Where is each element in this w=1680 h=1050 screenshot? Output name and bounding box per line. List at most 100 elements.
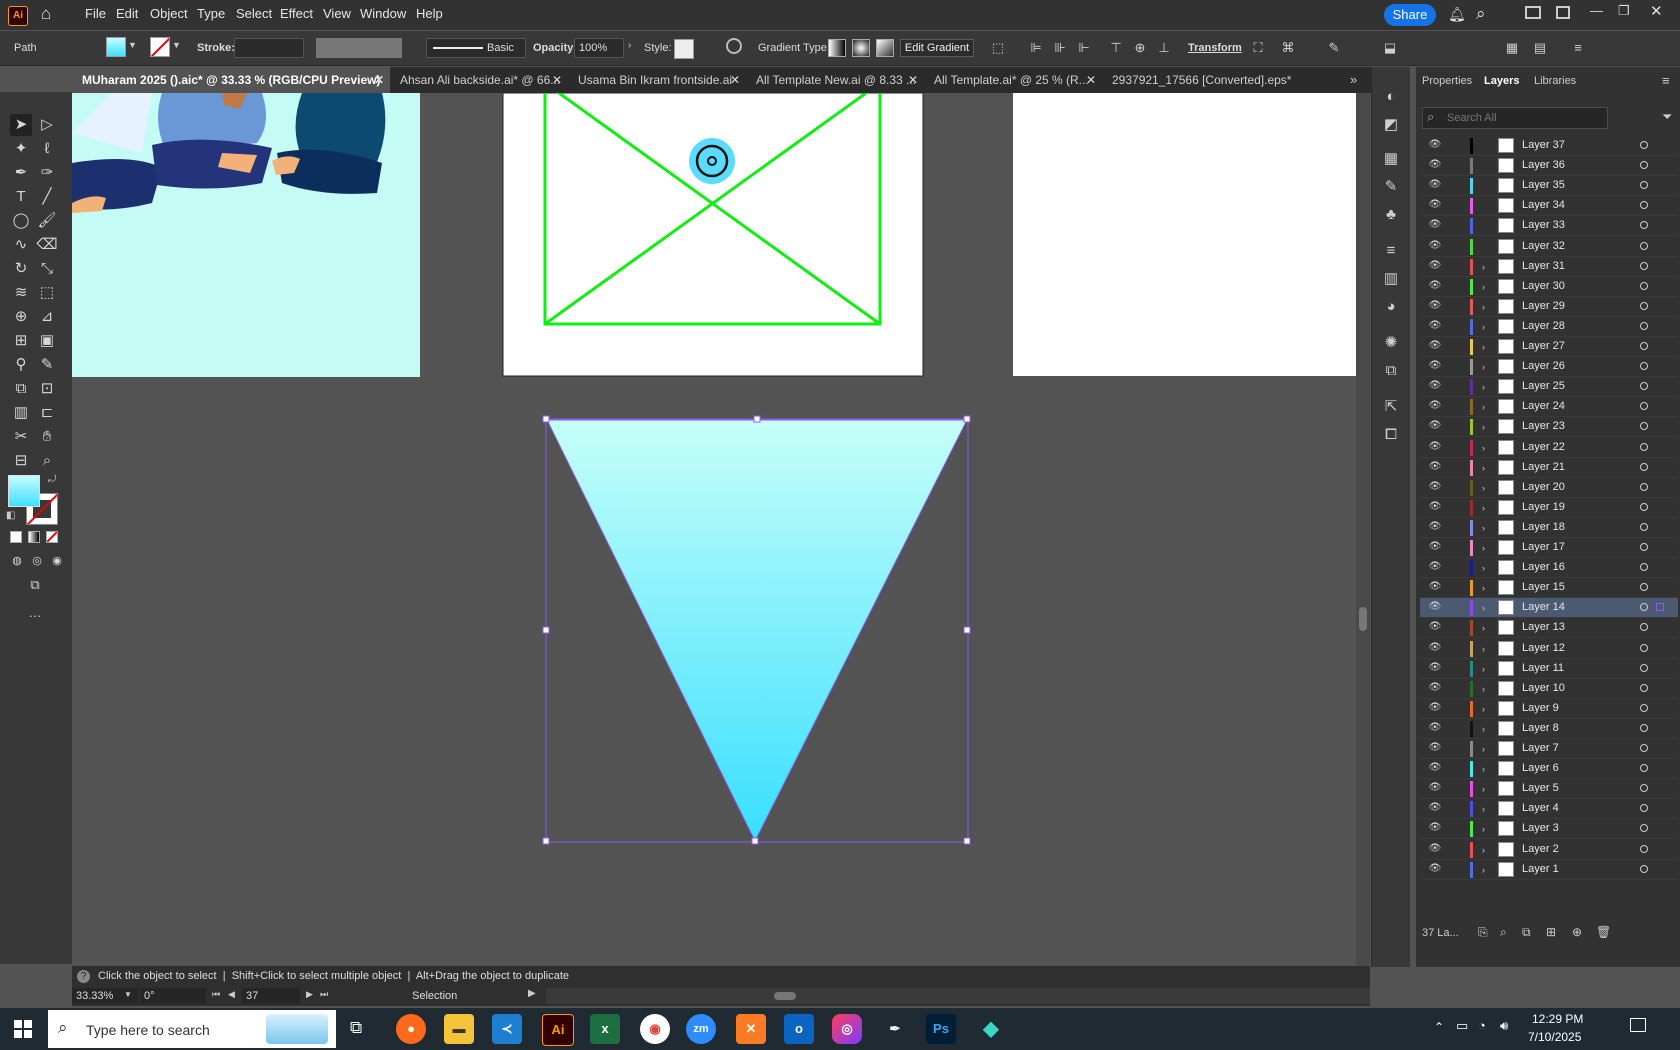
screen-mode-icon[interactable]: ⧉: [24, 574, 46, 596]
chevron-down-icon[interactable]: ▼: [128, 40, 137, 50]
clock-date[interactable]: 7/10/2025: [1528, 1030, 1581, 1044]
layer-name[interactable]: Layer 19: [1522, 501, 1565, 513]
scale-tool-icon[interactable]: ⤡: [36, 258, 58, 280]
draw-inside-icon[interactable]: ◉: [46, 550, 68, 572]
filter-icon[interactable]: ⏷: [1662, 109, 1672, 125]
align-top-icon[interactable]: ⊤: [1108, 40, 1124, 56]
measure-tool-icon[interactable]: ✎: [36, 354, 58, 376]
chevron-right-icon[interactable]: ▶: [528, 988, 536, 999]
layer-row[interactable]: 👁︎ › Layer 20: [1420, 478, 1678, 498]
layer-row[interactable]: 👁︎ › Layer 19: [1420, 498, 1678, 518]
layer-name[interactable]: Layer 9: [1522, 702, 1559, 714]
layer-row[interactable]: 👁︎ › Layer 30: [1420, 277, 1678, 297]
chrome-icon[interactable]: ◉: [640, 1014, 670, 1044]
layer-name[interactable]: Layer 21: [1522, 461, 1565, 473]
target-icon[interactable]: [1640, 502, 1648, 511]
layer-row[interactable]: 👁︎ › Layer 9: [1420, 699, 1678, 719]
visibility-eye-icon[interactable]: 👁︎: [1428, 801, 1442, 815]
warp-tool-icon[interactable]: ≋: [10, 282, 32, 304]
search-icon[interactable]: ⌕: [1476, 4, 1486, 24]
layer-row[interactable]: 👁︎ › Layer 16: [1420, 558, 1678, 579]
tab-all-template[interactable]: All Template.ai* @ 25 % (R... ✕: [924, 67, 1102, 93]
target-icon[interactable]: [1640, 784, 1648, 793]
taskbar-search-box[interactable]: ⌕ Type here to search: [48, 1010, 336, 1048]
excel-icon[interactable]: x: [590, 1014, 620, 1044]
pen-app-icon[interactable]: ✒: [880, 1014, 910, 1044]
curvature-tool-icon[interactable]: ✑: [36, 162, 58, 184]
vertical-scroll-thumb[interactable]: [1359, 607, 1367, 631]
align-right-icon[interactable]: ⊩: [1076, 40, 1092, 56]
ellipse-tool-icon[interactable]: ◯: [10, 210, 32, 232]
visibility-eye-icon[interactable]: 👁︎: [1428, 379, 1442, 393]
visibility-eye-icon[interactable]: 👁︎: [1428, 721, 1442, 735]
layer-row[interactable]: 👁︎ Layer 35: [1420, 176, 1678, 197]
layer-row[interactable]: 👁︎ › Layer 17: [1420, 538, 1678, 558]
paintbrush-tool-icon[interactable]: 🖌︎: [36, 210, 58, 232]
tab-ahsan-ali[interactable]: Ahsan Ali backside.ai* @ 66... ✕: [390, 67, 568, 93]
make-clipping-mask-icon[interactable]: ⧉: [1522, 925, 1531, 940]
expand-chevron-icon[interactable]: ›: [1482, 580, 1492, 596]
visibility-eye-icon[interactable]: 👁︎: [1428, 359, 1442, 373]
layer-name[interactable]: Layer 31: [1522, 260, 1565, 272]
target-icon[interactable]: [1640, 643, 1648, 652]
artboards-panel-icon[interactable]: ⧠: [1381, 425, 1401, 445]
recolor-icon[interactable]: [726, 38, 742, 54]
transparency-icon[interactable]: ◕: [1381, 297, 1401, 317]
expand-chevron-icon[interactable]: ›: [1482, 259, 1492, 275]
layer-row[interactable]: 👁︎ Layer 34: [1420, 196, 1678, 217]
visibility-eye-icon[interactable]: 👁︎: [1428, 661, 1442, 675]
layer-row[interactable]: 👁︎ › Layer 6: [1420, 759, 1678, 780]
menu-help[interactable]: Help: [416, 6, 443, 21]
layer-name[interactable]: Layer 34: [1522, 199, 1565, 211]
menu-object[interactable]: Object: [150, 6, 188, 21]
expand-chevron-icon[interactable]: ›: [1482, 299, 1492, 315]
visibility-eye-icon[interactable]: 👁︎: [1428, 701, 1442, 715]
pen-tool-icon[interactable]: ✒: [10, 162, 32, 184]
expand-chevron-icon[interactable]: ›: [1482, 862, 1492, 878]
visibility-eye-icon[interactable]: 👁︎: [1428, 821, 1442, 835]
bell-icon[interactable]: 🔔︎: [1448, 6, 1466, 23]
artboard-tool-icon[interactable]: ⊏: [36, 402, 58, 424]
illustrator-taskbar-icon[interactable]: Ai: [542, 1014, 574, 1046]
swatches-icon[interactable]: ▦: [1381, 149, 1401, 169]
layer-row[interactable]: 👁︎ › Layer 22: [1420, 438, 1678, 458]
clock-time[interactable]: 12:29 PM: [1532, 1012, 1583, 1026]
expand-chevron-icon[interactable]: ›: [1482, 339, 1492, 355]
stroke-weight-field[interactable]: [234, 38, 304, 58]
target-icon[interactable]: [1640, 402, 1648, 411]
fill-color-well[interactable]: [8, 475, 40, 507]
visibility-eye-icon[interactable]: 👁︎: [1428, 520, 1442, 534]
visibility-eye-icon[interactable]: 👁︎: [1428, 279, 1442, 293]
tab-converted-eps[interactable]: 2937921_17566 [Converted].eps*: [1102, 67, 1318, 93]
eraser-tool-icon[interactable]: ⌫: [36, 234, 58, 256]
expand-chevron-icon[interactable]: ›: [1482, 741, 1492, 757]
layer-name[interactable]: Layer 12: [1522, 642, 1565, 654]
gradient-tool-icon[interactable]: ▣: [36, 330, 58, 352]
visibility-eye-icon[interactable]: 👁︎: [1428, 620, 1442, 634]
layer-name[interactable]: Layer 16: [1522, 561, 1565, 573]
layer-name[interactable]: Layer 4: [1522, 802, 1559, 814]
target-icon[interactable]: [1640, 683, 1648, 692]
expand-chevron-icon[interactable]: ›: [1482, 480, 1492, 496]
rotation-field[interactable]: 0°: [140, 988, 206, 1004]
new-sublayer-icon[interactable]: ⊞: [1546, 925, 1556, 939]
layer-name[interactable]: Layer 30: [1522, 280, 1565, 292]
chevron-right-icon[interactable]: ›: [628, 40, 631, 51]
close-icon[interactable]: ✕: [730, 67, 740, 93]
expand-chevron-icon[interactable]: ›: [1482, 399, 1492, 415]
visibility-eye-icon[interactable]: 👁︎: [1428, 540, 1442, 554]
gradient-mode-icon[interactable]: [28, 531, 40, 543]
layer-name[interactable]: Layer 24: [1522, 400, 1565, 412]
visibility-eye-icon[interactable]: 👁︎: [1428, 138, 1442, 152]
target-icon[interactable]: [1640, 181, 1648, 190]
visibility-eye-icon[interactable]: 👁︎: [1428, 681, 1442, 695]
layer-name[interactable]: Layer 20: [1522, 481, 1565, 493]
zoom-app-icon[interactable]: zm: [686, 1014, 716, 1044]
visibility-eye-icon[interactable]: 👁︎: [1428, 741, 1442, 755]
layer-name[interactable]: Layer 2: [1522, 843, 1559, 855]
layer-row[interactable]: 👁︎ › Layer 2: [1420, 840, 1678, 860]
appearance-icon[interactable]: ◐: [1381, 87, 1401, 107]
export-icon[interactable]: ⇱: [1381, 397, 1401, 417]
eyedropper-tool-icon[interactable]: ⚲: [10, 354, 32, 376]
tab-properties[interactable]: Properties: [1422, 75, 1472, 87]
